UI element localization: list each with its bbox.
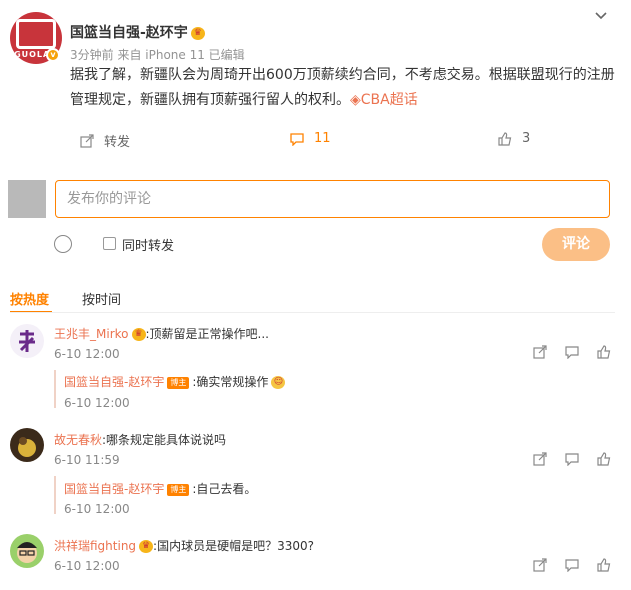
comment-avatar[interactable] <box>10 534 44 568</box>
comment-like-icon[interactable] <box>597 452 611 470</box>
comment-author[interactable]: 洪祥瑞fighting <box>54 539 136 553</box>
comment-input[interactable]: 发布你的评论 <box>55 180 610 218</box>
reply-text: :确实常规操作 <box>192 375 269 389</box>
reply-rail <box>54 476 56 514</box>
crown-icon: ♛ <box>131 328 146 341</box>
comment-icon <box>290 132 304 146</box>
comment-time: 6-10 12:00 <box>54 559 120 573</box>
comment-avatar-graphic <box>19 330 35 352</box>
topic-label[interactable]: CBA超话 <box>361 92 418 108</box>
comment-line: 王兆丰_Mirko ♛:顶薪留是正常操作吧... <box>54 325 269 342</box>
reply-rail <box>54 370 56 408</box>
author-badge: 博主 <box>167 483 190 496</box>
post-author[interactable]: 国篮当自强-赵环宇 ♛ <box>70 22 205 42</box>
comment-share-icon[interactable] <box>533 452 547 470</box>
comment-line: 洪祥瑞fighting ♛:国内球员是硬帽是吧？3300? <box>54 537 314 554</box>
topic-link[interactable]: ◈CBA超话 <box>350 92 418 108</box>
post-author-name[interactable]: 国篮当自强-赵环宇 <box>70 25 188 41</box>
topic-icon: ◈ <box>350 92 361 108</box>
like-button[interactable]: 3 <box>498 131 530 146</box>
comment-time: 6-10 11:59 <box>54 453 120 467</box>
post-meta: 3分钟前 来自 iPhone 11 已编辑 <box>70 48 245 62</box>
comment-comment-icon[interactable] <box>565 558 579 576</box>
thumbs-up-icon <box>498 131 512 146</box>
emoji-icon[interactable] <box>54 235 72 253</box>
submit-comment-button[interactable]: 评论 <box>542 228 610 261</box>
reply-line: 国篮当自强-赵环宇 博主:自己去看。 <box>64 480 256 497</box>
comment-count: 11 <box>314 131 331 146</box>
comment-comment-icon[interactable] <box>565 452 579 470</box>
share-icon <box>80 133 94 148</box>
reply-line: 国篮当自强-赵环宇 博主:确实常规操作 ☺ <box>64 373 286 390</box>
comment-text: :顶薪留是正常操作吧... <box>145 327 270 341</box>
comment-author[interactable]: 王兆丰_Mirko <box>54 327 129 341</box>
crown-icon: ♛ <box>190 26 205 40</box>
repost-button[interactable]: 转发 <box>80 131 130 150</box>
comment-like-icon[interactable] <box>597 558 611 576</box>
reply-text: :自己去看。 <box>192 482 257 496</box>
chevron-down-icon[interactable] <box>594 8 608 22</box>
sort-tab-hot[interactable]: 按热度 <box>10 289 49 308</box>
reply-time: 6-10 12:00 <box>64 396 130 410</box>
like-count: 3 <box>522 131 531 146</box>
comment-share-icon[interactable] <box>533 558 547 576</box>
repost-checkbox[interactable] <box>103 237 116 250</box>
sort-tab-time[interactable]: 按时间 <box>82 289 121 308</box>
repost-checkbox-label[interactable]: 同时转发 <box>122 235 174 254</box>
post-body: 据我了解，新疆队会为周琦开出600万顶薪续约合同，不考虑交易。根据联盟现行的注册… <box>70 63 615 113</box>
repost-label: 转发 <box>104 135 131 150</box>
comment-button[interactable]: 11 <box>290 131 331 146</box>
comment-time: 6-10 12:00 <box>54 347 120 361</box>
comment-text: :哪条规定能具体说说吗 <box>102 433 227 447</box>
comment-avatar[interactable] <box>10 428 44 462</box>
emoji-icon: ☺ <box>271 376 286 389</box>
comment-comment-icon[interactable] <box>565 345 579 363</box>
author-badge: 博主 <box>167 376 190 389</box>
reply-author[interactable]: 国篮当自强-赵环宇 <box>64 375 164 389</box>
comment-avatar[interactable] <box>10 324 44 358</box>
comment-share-icon[interactable] <box>533 345 547 363</box>
reply-time: 6-10 12:00 <box>64 502 130 516</box>
comment-like-icon[interactable] <box>597 345 611 363</box>
reply-author[interactable]: 国篮当自强-赵环宇 <box>64 482 164 496</box>
comment-author[interactable]: 故无春秋 <box>54 433 102 447</box>
current-user-avatar <box>8 180 46 218</box>
divider <box>10 312 615 313</box>
comment-avatar-graphic <box>17 542 37 563</box>
comment-avatar-graphic <box>18 437 36 457</box>
comment-line: 故无春秋:哪条规定能具体说说吗 <box>54 431 226 448</box>
verified-badge-icon: v <box>46 48 60 62</box>
post-text: 据我了解，新疆队会为周琦开出600万顶薪续约合同，不考虑交易。根据联盟现行的注册… <box>70 67 615 108</box>
crown-icon: ♛ <box>139 540 154 553</box>
comment-text: :国内球员是硬帽是吧？3300? <box>153 539 314 553</box>
